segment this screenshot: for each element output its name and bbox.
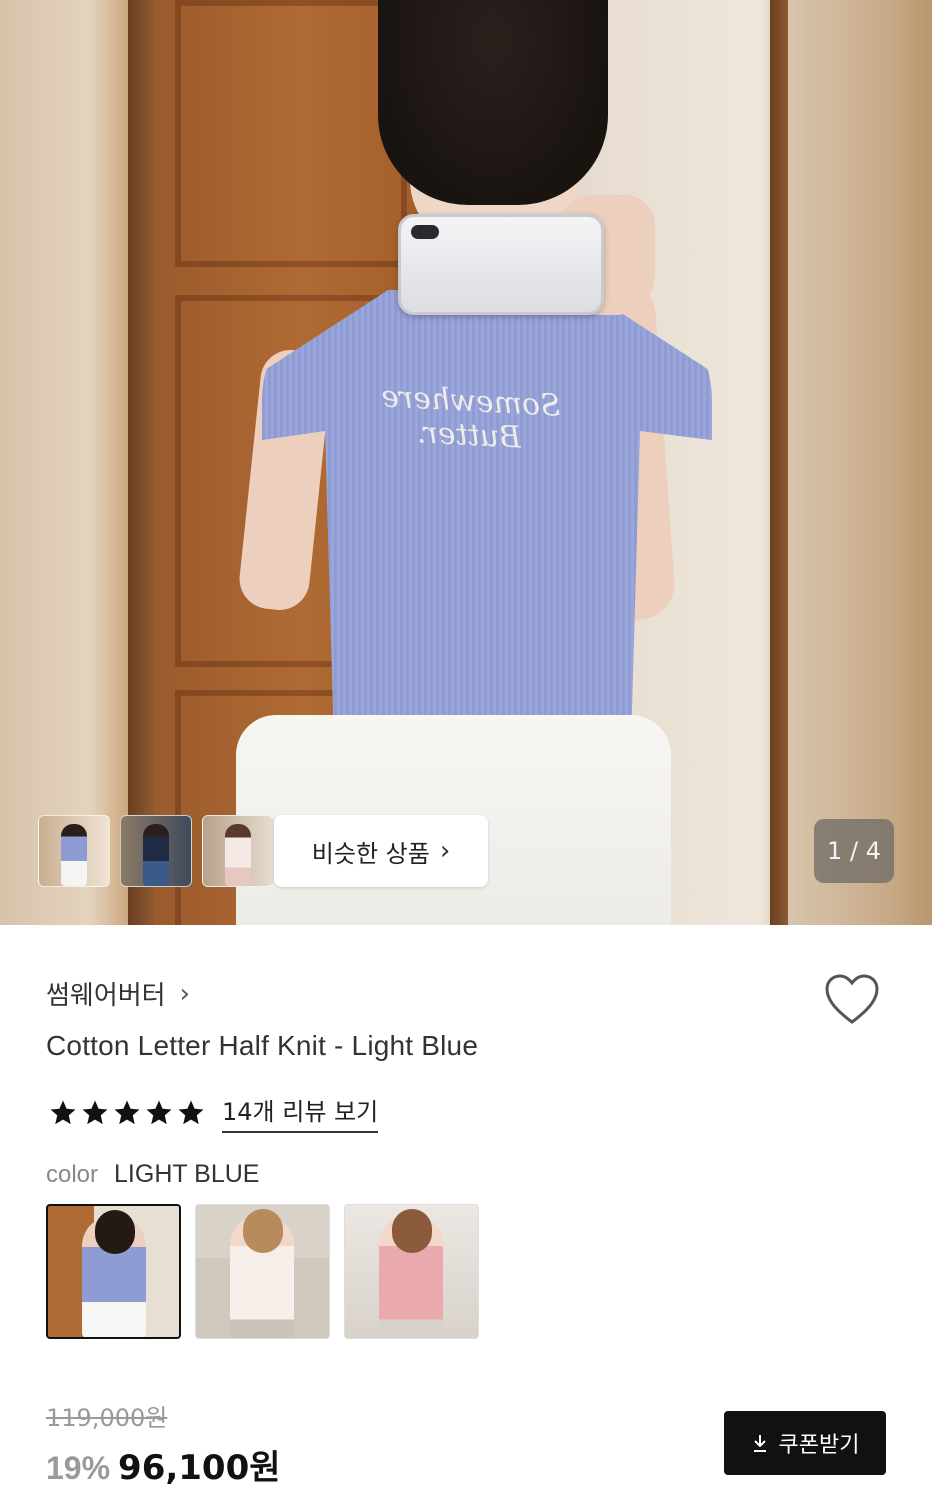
gallery-thumb-1[interactable] [38,815,110,887]
star-icon [50,1100,76,1124]
star-icon [114,1100,140,1124]
model-hair [378,0,608,205]
star-icon [178,1100,204,1124]
door-panel-top [175,0,407,267]
sale-price: 96,100원 [118,1448,281,1488]
selected-color-value: LIGHT BLUE [114,1160,260,1188]
view-reviews-link[interactable]: 14개 리뷰 보기 [222,1092,379,1133]
shirt-print-text: Somewhere Butter. [380,379,562,456]
color-swatches [46,1204,479,1339]
price-row: 19% 96,100원 [46,1440,281,1489]
gallery-thumb-2[interactable] [120,815,192,887]
get-coupon-button[interactable]: 쿠폰받기 [724,1411,886,1475]
star-icon [82,1100,108,1124]
brand-link[interactable]: 썸웨어버터 › [46,975,190,1012]
heart-icon[interactable] [823,972,881,1026]
color-swatch-pink[interactable] [344,1204,479,1339]
original-price: 119,000원 [46,1404,168,1432]
color-label: color [46,1161,99,1188]
color-option-row: color LIGHT BLUE [46,1160,259,1189]
brand-name: 썸웨어버터 [46,981,166,1011]
rating-row: 14개 리뷰 보기 [48,1092,379,1133]
chevron-right-icon: › [439,836,451,866]
star-rating [48,1098,206,1128]
product-main-image[interactable]: Somewhere Butter. 비슷한 상품 › 1 / 4 [0,0,932,925]
color-swatch-white[interactable] [195,1204,330,1339]
image-counter: 1 / 4 [814,819,894,883]
gallery-thumb-3[interactable] [202,815,274,887]
similar-products-label: 비슷한 상품 [311,839,430,868]
discount-rate: 19% [46,1450,111,1486]
smartphone [398,214,604,315]
mirror-frame-right [770,0,788,925]
coupon-label: 쿠폰받기 [778,1433,860,1458]
color-swatch-light-blue[interactable] [46,1204,181,1339]
product-title: Cotton Letter Half Knit - Light Blue [46,1030,479,1061]
star-icon [146,1100,172,1124]
mirror-frame-left [128,0,154,925]
download-icon [753,1435,766,1452]
chevron-right-icon: › [179,978,191,1009]
gallery-thumbnails [38,815,274,887]
similar-products-button[interactable]: 비슷한 상품 › [274,815,488,887]
